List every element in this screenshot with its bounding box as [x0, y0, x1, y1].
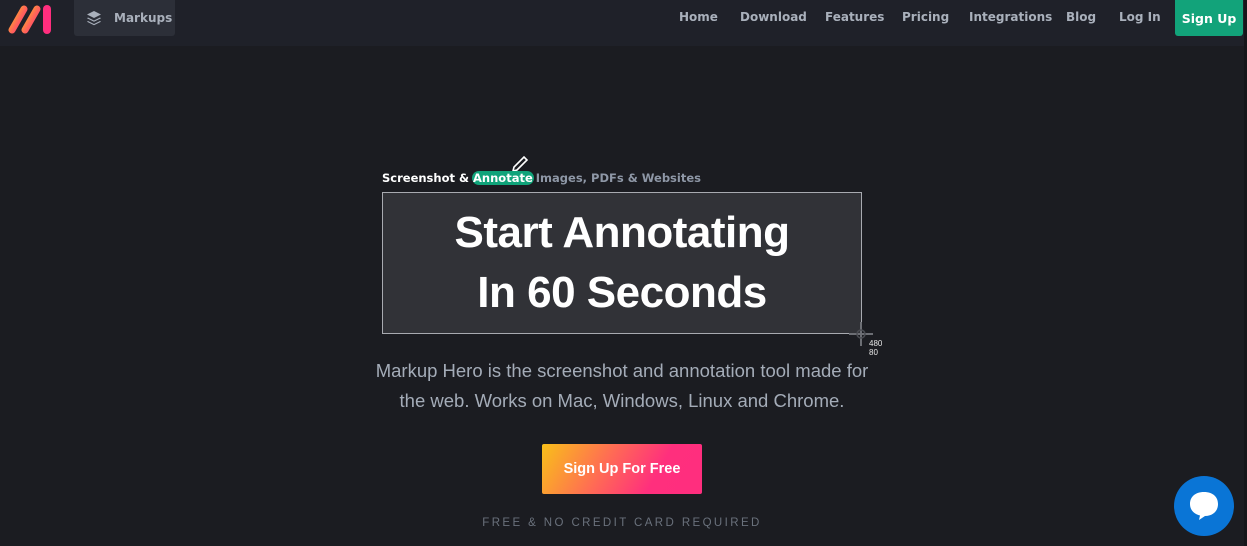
tagline-prefix: Screenshot & [382, 171, 470, 185]
nav-link-download[interactable]: Download [740, 10, 807, 24]
chat-launcher-button[interactable] [1174, 476, 1234, 536]
top-navbar: Markups Home Download Features Pricing I… [0, 0, 1247, 46]
chat-bubble-icon [1190, 492, 1218, 520]
signup-button[interactable]: Sign Up [1175, 0, 1243, 36]
layers-icon [86, 10, 102, 26]
markups-label: Markups [114, 11, 173, 25]
tagline: Screenshot & Annotate Images, PDFs & Web… [382, 170, 701, 186]
nav-link-home[interactable]: Home [679, 10, 718, 24]
nav-link-blog[interactable]: Blog [1066, 10, 1096, 24]
headline-selection-box: Start Annotating In 60 Seconds [382, 192, 862, 334]
selection-width: 480 [869, 339, 883, 348]
markup-hero-logo[interactable] [8, 4, 58, 34]
nav-link-login[interactable]: Log In [1119, 10, 1161, 24]
nav-link-integrations[interactable]: Integrations [969, 10, 1052, 24]
headline-line-1: Start Annotating [454, 208, 791, 257]
nav-link-features[interactable]: Features [825, 10, 884, 24]
hero-description: Markup Hero is the screenshot and annota… [375, 360, 869, 411]
tagline-highlight: Annotate [472, 171, 534, 185]
signup-free-button[interactable]: Sign Up For Free [542, 444, 702, 494]
headline-line-2: In 60 Seconds [477, 268, 767, 317]
nav-link-pricing[interactable]: Pricing [902, 10, 949, 24]
selection-dimensions: 480 80 [869, 339, 882, 357]
tagline-suffix: Images, PDFs & Websites [535, 171, 701, 185]
no-credit-card-note: FREE & NO CREDIT CARD REQUIRED [482, 517, 762, 529]
markups-button[interactable]: Markups [74, 0, 175, 36]
